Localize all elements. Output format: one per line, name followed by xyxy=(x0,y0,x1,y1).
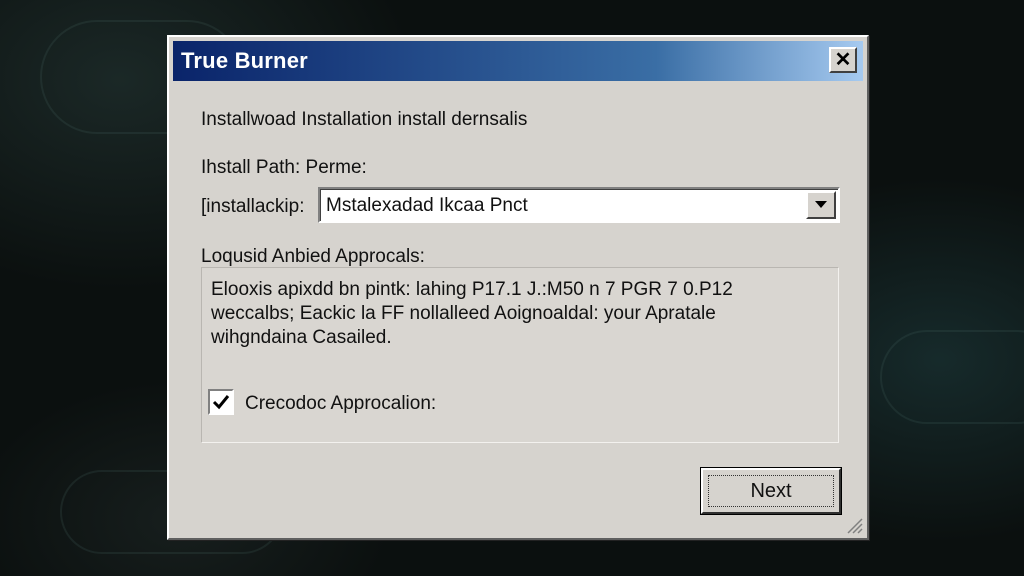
description-line: wihgndaina Casailed. xyxy=(211,327,392,348)
background-shape xyxy=(880,330,1024,424)
install-path-label: Ihstall Path: Perme: xyxy=(201,157,367,178)
checkmark-icon xyxy=(212,395,230,410)
close-button[interactable]: ✕ xyxy=(829,47,857,73)
title-bar[interactable]: True Burner ✕ xyxy=(173,41,863,81)
approval-checkbox-label[interactable]: Crecodoc Approcalion: xyxy=(245,393,436,415)
page-heading: Installwoad Installation install dernsal… xyxy=(201,109,528,130)
approvals-description: Elooxis apixdd bn pintk: lahing P17.1 J.… xyxy=(211,278,831,350)
description-line: Elooxis apixdd bn pintk: lahing P17.1 J.… xyxy=(211,279,733,300)
dropdown-arrow-button[interactable] xyxy=(806,191,836,219)
approval-checkbox[interactable] xyxy=(208,389,234,415)
resize-grip-icon[interactable] xyxy=(845,516,863,534)
approvals-group: Elooxis apixdd bn pintk: lahing P17.1 J.… xyxy=(201,267,839,443)
install-path-dropdown[interactable]: Mstalexadad Ikcaa Pnct xyxy=(318,187,840,223)
install-location-label: [installackip: xyxy=(201,196,305,217)
close-icon: ✕ xyxy=(834,49,852,71)
chevron-down-icon xyxy=(815,201,827,208)
approvals-group-label: Loqusid Anbied Approcals: xyxy=(201,246,425,267)
install-path-value: Mstalexadad Ikcaa Pnct xyxy=(326,195,528,216)
description-line: weccalbs; Eackic la FF nollalleed Aoigno… xyxy=(211,303,716,324)
next-button[interactable]: Next xyxy=(700,467,842,515)
focus-ring xyxy=(708,475,834,507)
installer-dialog: True Burner ✕ Installwoad Installation i… xyxy=(167,35,869,540)
window-title: True Burner xyxy=(181,48,308,73)
